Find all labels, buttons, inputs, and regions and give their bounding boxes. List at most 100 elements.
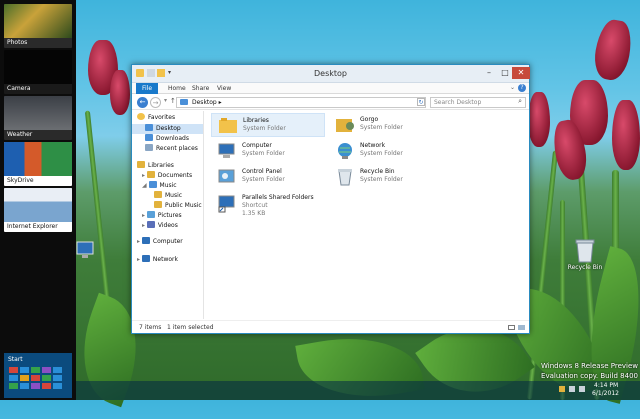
close-button[interactable]: ✕ — [512, 67, 530, 79]
search-icon[interactable]: ⌕ — [518, 97, 522, 106]
start-mini-tile — [31, 375, 40, 381]
start-mini-tile — [42, 367, 51, 373]
nav-computer[interactable]: ▸ Computer — [137, 237, 183, 247]
address-bar-row: ← → ▾ ↑ Desktop ▸ ↻ Search Desktop ⌕ — [132, 94, 529, 110]
music-icon — [148, 181, 157, 188]
switcher-skydrive-label: SkyDrive — [7, 177, 34, 184]
nav-music-sub-label: Music — [165, 192, 183, 199]
tab-view[interactable]: View — [211, 83, 237, 94]
minimize-button[interactable]: – — [482, 67, 496, 79]
switcher-skydrive[interactable]: SkyDrive — [4, 142, 72, 186]
star-icon — [137, 113, 145, 120]
nav-downloads[interactable]: Downloads — [145, 134, 189, 144]
switcher-ie[interactable]: Internet Explorer — [4, 188, 72, 232]
status-item-count: 7 items — [139, 324, 162, 331]
nav-public-music-label: Public Music — [165, 202, 202, 209]
shortcut-icon — [218, 195, 235, 213]
computer-icon — [141, 237, 150, 244]
help-icon[interactable]: ? — [518, 84, 526, 92]
item-parallels-shared[interactable]: Parallels Shared Folders Shortcut 1.35 K… — [211, 191, 325, 221]
libraries-folder-icon — [219, 118, 237, 133]
clock-date[interactable]: 6/1/2012 — [592, 390, 619, 397]
refresh-button[interactable]: ↻ — [417, 98, 425, 106]
item-name: Recycle Bin — [360, 168, 395, 175]
start-mini-tile — [9, 383, 18, 389]
item-type: System Folder — [242, 176, 285, 183]
network-globe-icon — [338, 143, 352, 159]
network-icon — [141, 255, 150, 262]
taskbar: 4:14 PM 6/1/2012 — [76, 381, 640, 400]
item-recycle-bin[interactable]: Recycle Bin System Folder — [329, 165, 443, 189]
start-mini-tile — [20, 383, 29, 389]
nav-desktop[interactable]: Desktop — [132, 124, 203, 134]
switcher-camera-label: Camera — [7, 85, 31, 92]
details-view-icon[interactable] — [508, 325, 515, 330]
documents-icon — [146, 171, 155, 178]
start-mini-tile — [9, 375, 18, 381]
item-gorgo[interactable]: Gorgo System Folder — [329, 113, 443, 137]
nav-documents-label: Documents — [157, 172, 193, 179]
item-name: Control Panel — [242, 168, 282, 175]
desktop-recycle-bin-label: Recycle Bin — [567, 264, 603, 271]
start-mini-tile — [31, 367, 40, 373]
item-name: Gorgo — [360, 116, 379, 123]
item-name: Parallels Shared Folders — [242, 194, 314, 201]
item-network[interactable]: Network System Folder — [329, 139, 443, 163]
start-mini-tile — [42, 383, 51, 389]
switcher-weather-label: Weather — [7, 131, 33, 138]
item-type: Shortcut — [242, 202, 268, 209]
switcher-photos[interactable]: Photos — [4, 4, 72, 48]
tab-file[interactable]: File — [136, 83, 159, 94]
switcher-photos-label: Photos — [7, 39, 28, 46]
nav-documents[interactable]: ▸ Documents — [142, 171, 192, 181]
maximize-button[interactable]: □ — [498, 67, 512, 79]
large-icons-view-icon[interactable] — [518, 325, 525, 330]
up-button[interactable]: ↑ — [170, 97, 176, 105]
title-bar[interactable]: ▾ Desktop – □ ✕ — [132, 65, 530, 83]
flag-icon[interactable] — [559, 386, 565, 392]
nav-videos[interactable]: ▸ Videos — [142, 221, 178, 231]
nav-libraries-label: Libraries — [148, 162, 174, 169]
nav-recent[interactable]: Recent places — [145, 144, 198, 154]
nav-public-music[interactable]: Public Music — [154, 201, 202, 211]
explorer-window: ▾ Desktop – □ ✕ File Home Share View ⌄ ?… — [131, 64, 530, 334]
window-title: Desktop — [314, 69, 347, 78]
nav-libraries[interactable]: Libraries — [137, 161, 174, 171]
start-mini-tile — [53, 367, 62, 373]
forward-button[interactable]: → — [150, 97, 161, 108]
nav-music-label: Music — [159, 182, 177, 189]
nav-favorites[interactable]: Favorites — [137, 113, 175, 123]
music-folder-icon — [154, 191, 162, 198]
start-mini-tile — [9, 367, 18, 373]
item-computer[interactable]: Computer System Folder — [211, 139, 325, 163]
recent-locations-icon[interactable]: ▾ — [164, 97, 167, 104]
nav-music[interactable]: ◢ Music — [142, 181, 177, 191]
nav-computer-label: Computer — [152, 238, 183, 245]
recent-places-icon — [145, 144, 153, 151]
nav-downloads-label: Downloads — [156, 135, 189, 142]
nav-pictures[interactable]: ▸ Pictures — [142, 211, 182, 221]
item-control-panel[interactable]: Control Panel System Folder — [211, 165, 325, 189]
item-name: Computer — [242, 142, 272, 149]
network-tray-icon[interactable] — [569, 386, 575, 392]
start-tile[interactable]: Start — [4, 353, 72, 398]
expand-ribbon-icon[interactable]: ⌄ — [510, 84, 515, 91]
file-list: Libraries System Folder Gorgo System Fol… — [205, 111, 529, 319]
back-button[interactable]: ← — [137, 97, 148, 108]
item-libraries[interactable]: Libraries System Folder — [211, 113, 325, 137]
nav-videos-label: Videos — [157, 222, 178, 229]
desktop-icon — [145, 124, 153, 131]
collapse-arrow-icon[interactable]: ◢ — [142, 182, 149, 189]
nav-network[interactable]: ▸ Network — [137, 255, 178, 265]
desktop-computer-icon[interactable] — [76, 240, 112, 276]
app-switcher: Photos Camera Weather SkyDrive Internet … — [0, 0, 76, 400]
switcher-weather[interactable]: Weather — [4, 96, 72, 140]
clock-time[interactable]: 4:14 PM — [594, 382, 618, 389]
volume-icon[interactable] — [579, 386, 585, 392]
search-input[interactable]: Search Desktop — [430, 97, 526, 108]
nav-music-sub[interactable]: Music — [154, 191, 182, 201]
watermark-line2: Evaluation copy. Build 8400 — [541, 372, 638, 380]
address-box[interactable]: Desktop ▸ — [176, 97, 426, 108]
switcher-camera[interactable]: Camera — [4, 50, 72, 94]
switcher-ie-label: Internet Explorer — [7, 223, 58, 230]
